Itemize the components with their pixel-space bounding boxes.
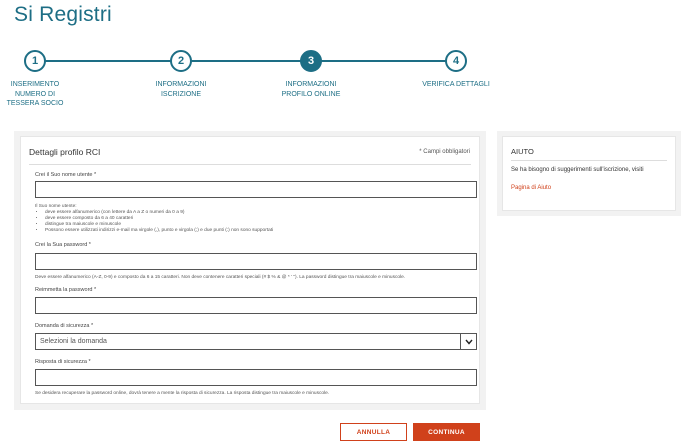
chevron-down-icon <box>460 334 476 349</box>
security-question-label: Domanda di sicurezza * <box>35 323 94 329</box>
help-panel: AIUTO Se ha bisogno di suggerimenti sull… <box>497 131 681 216</box>
cancel-button[interactable]: ANNULLA <box>340 423 407 441</box>
password-label: Crei la Sua password * <box>35 242 91 248</box>
security-question-value: Selezioni la domanda <box>40 338 107 345</box>
step-1-circle: 1 <box>24 50 46 72</box>
step-1: 1 INSERIMENTO NUMERO DI TESSERA SOCIO <box>0 48 90 109</box>
security-answer-input[interactable] <box>35 369 477 386</box>
profile-form-card: Dettagli profilo RCI * Campi obbligatori… <box>20 136 480 404</box>
registration-stepper: 1 INSERIMENTO NUMERO DI TESSERA SOCIO 2 … <box>0 48 690 108</box>
password-confirm-label: Reimmetta la password * <box>35 287 97 293</box>
step-2: 2 INFORMAZIONI ISCRIZIONE <box>126 48 236 99</box>
security-question-select[interactable]: Selezioni la domanda <box>35 333 477 350</box>
stepper-line <box>34 60 456 62</box>
password-confirm-input[interactable] <box>35 297 477 314</box>
step-3-label: INFORMAZIONI PROFILO ONLINE <box>281 81 341 98</box>
step-3: 3 INFORMAZIONI PROFILO ONLINE <box>256 48 366 99</box>
step-2-circle: 2 <box>170 50 192 72</box>
help-title: AIUTO <box>511 147 534 156</box>
help-page-link[interactable]: Pagina di Aiuto <box>511 185 551 191</box>
help-text: Se ha bisogno di suggerimenti sull'iscri… <box>511 167 644 173</box>
page-title: Si Registri <box>14 3 112 26</box>
security-answer-hint: Se desidera recuperare la password onlin… <box>35 391 330 396</box>
help-divider <box>511 160 667 161</box>
password-input[interactable] <box>35 253 477 270</box>
step-3-circle: 3 <box>300 50 322 72</box>
step-2-label: INFORMAZIONI ISCRIZIONE <box>155 81 207 98</box>
help-card: AIUTO Se ha bisogno di suggerimenti sull… <box>502 136 676 211</box>
required-fields-note: * Campi obbligatori <box>419 149 470 155</box>
step-4: 4 VERIFICA DETTAGLI <box>401 48 511 90</box>
security-answer-label: Risposta di sicurezza * <box>35 359 91 365</box>
username-label: Crei il Suo nome utente * <box>35 172 97 178</box>
step-4-circle: 4 <box>445 50 467 72</box>
continue-button[interactable]: CONTINUA <box>413 423 480 441</box>
form-title-divider <box>29 164 471 165</box>
step-1-label: INSERIMENTO NUMERO DI TESSERA SOCIO <box>6 81 64 107</box>
profile-form-panel: Dettagli profilo RCI * Campi obbligatori… <box>14 131 486 410</box>
form-title: Dettagli profilo RCI <box>29 147 101 157</box>
step-4-label: VERIFICA DETTAGLI <box>422 81 490 88</box>
password-hint: Deve essere alfanumerico (A-Z, 0-9) e co… <box>35 275 406 280</box>
username-hint: Il Suo nome utente: deve essere alfanume… <box>35 204 273 234</box>
username-input[interactable] <box>35 181 477 198</box>
